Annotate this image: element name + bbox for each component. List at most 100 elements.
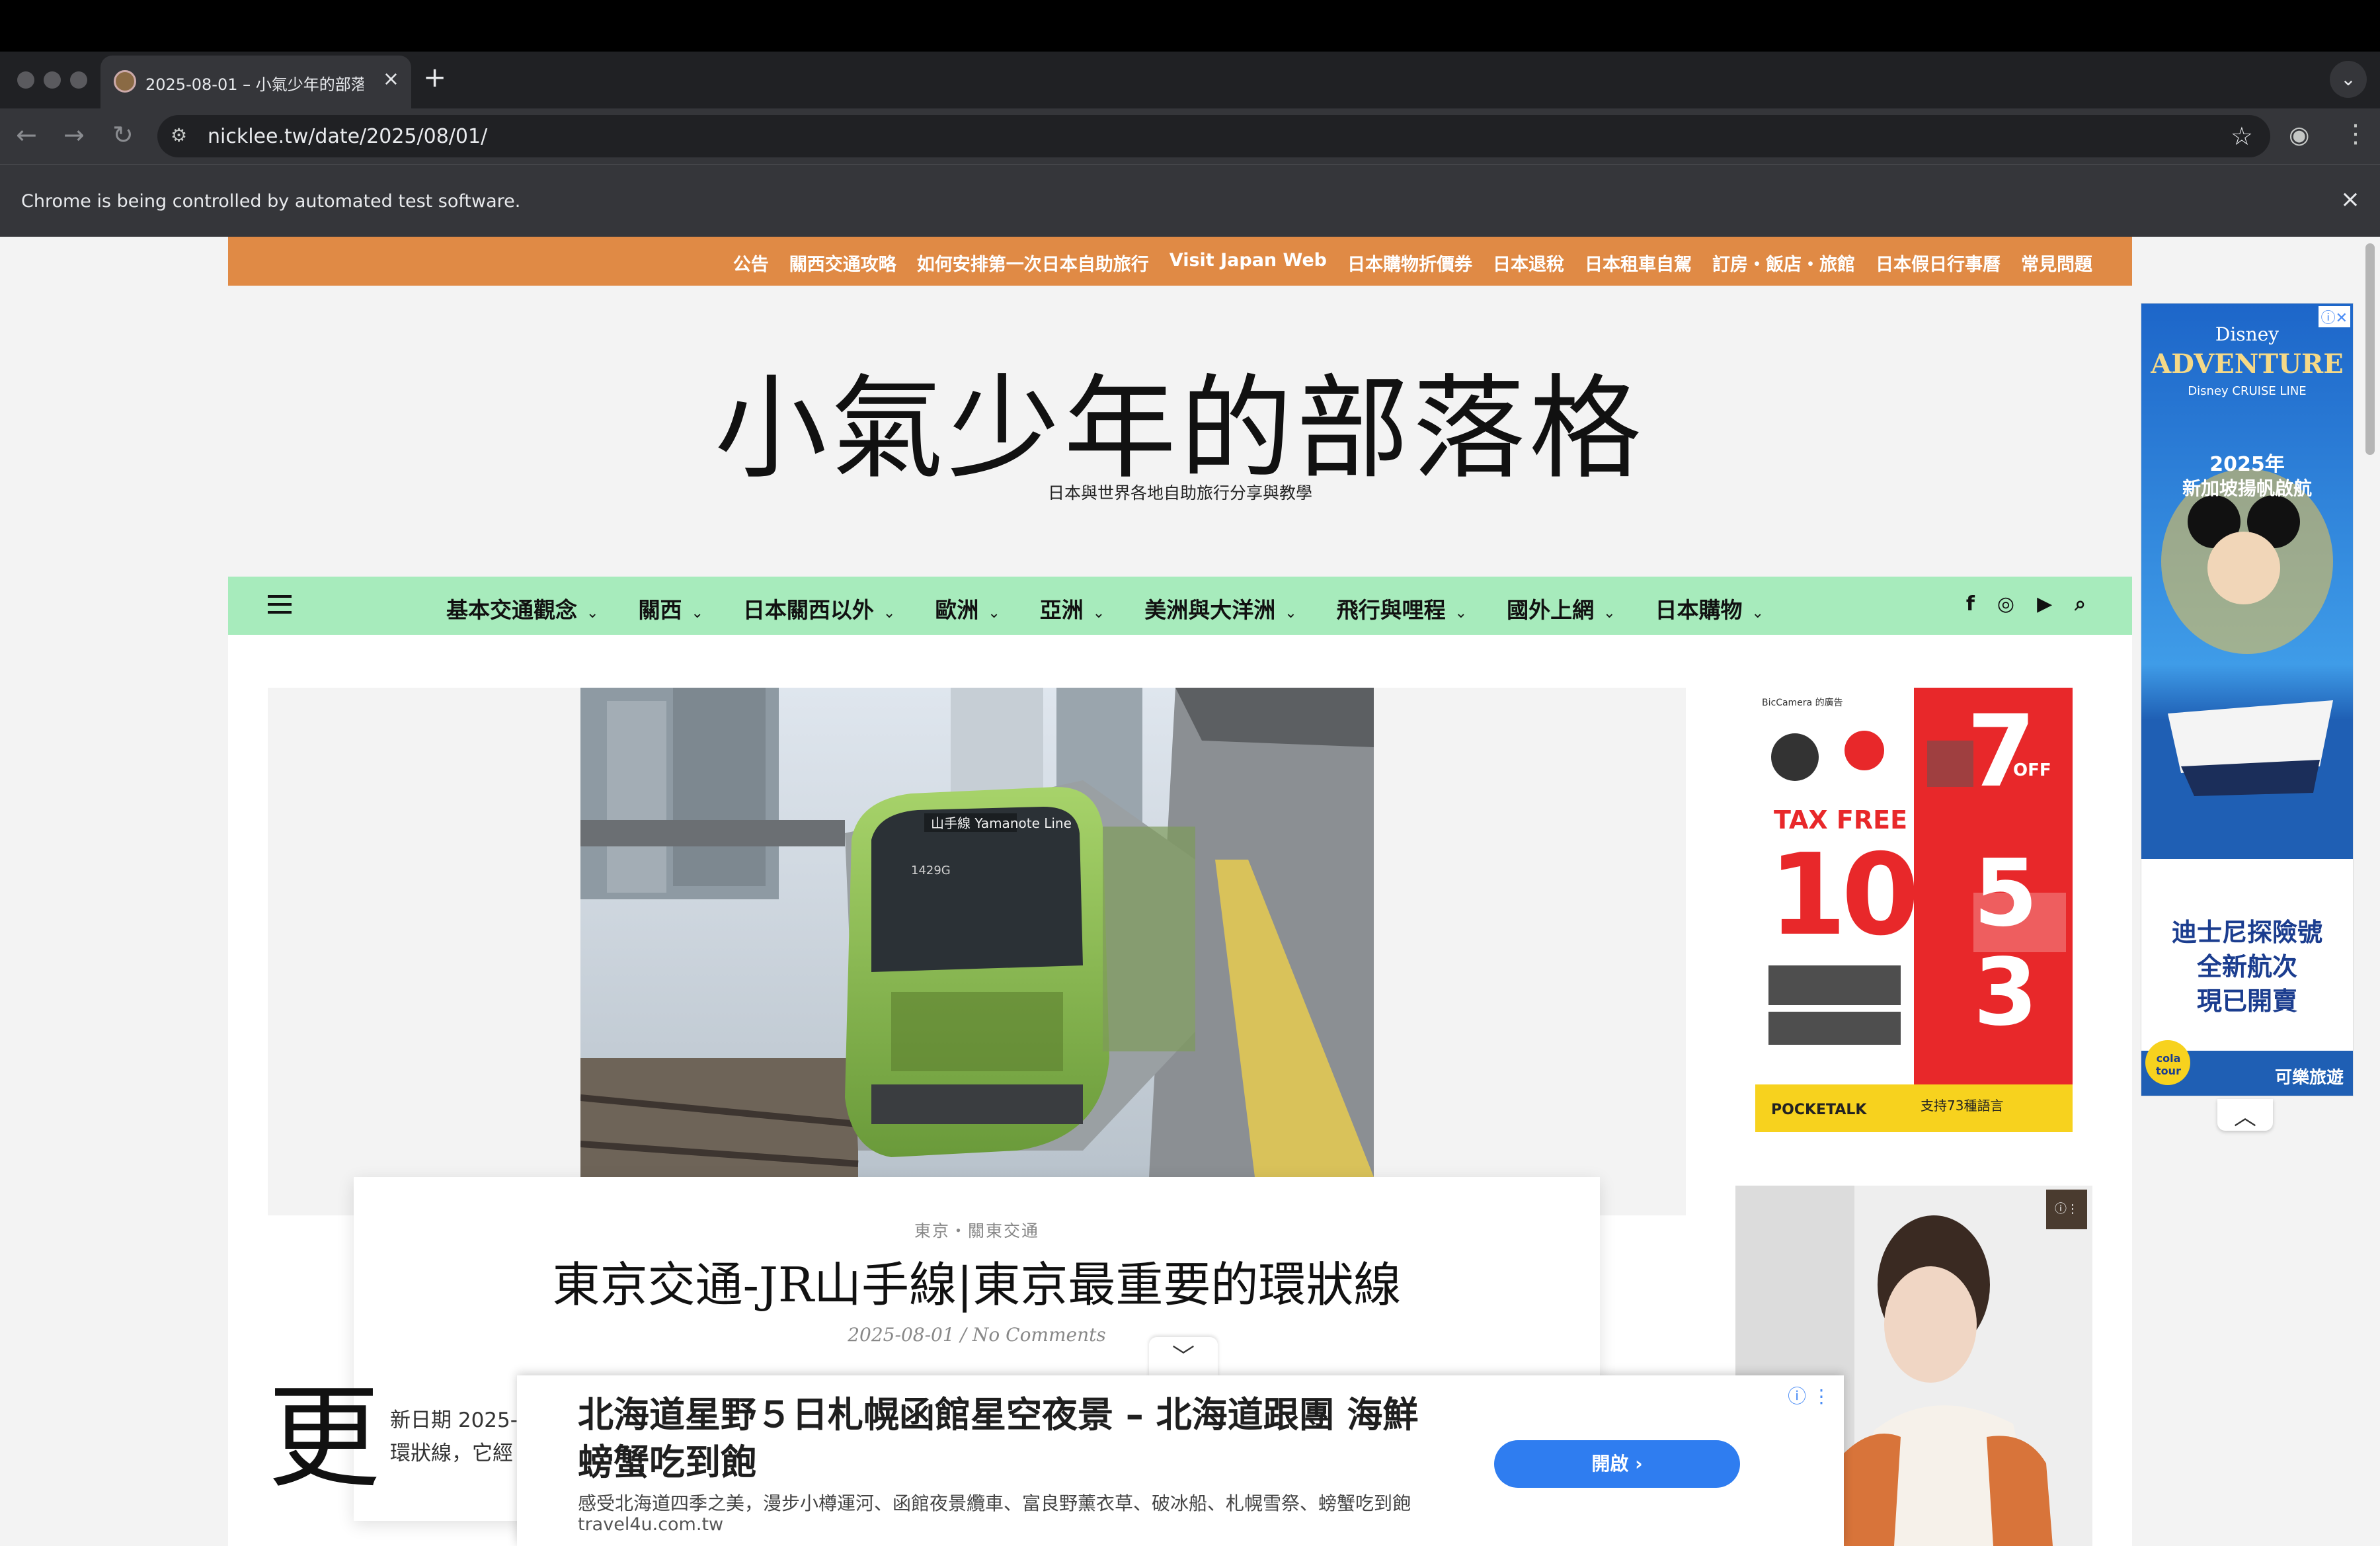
nav-item[interactable]: 亞洲 ⌄ (1040, 592, 1105, 624)
top-menu-item[interactable]: 日本購物折價券 (1347, 250, 1472, 276)
post-comments[interactable]: No Comments (972, 1324, 1106, 1346)
favicon-icon (114, 70, 136, 93)
site-tagline: 日本與世界各地自助旅行分享與教學 (1047, 483, 1312, 503)
site-title[interactable]: 小氣少年的部落格 (228, 337, 2132, 500)
chevron-down-icon: ⌄ (883, 605, 896, 622)
disney-brand: Disney (2215, 323, 2280, 345)
disney-cruise-ad[interactable]: ⓘ✕ Disney ADVENTURE Disney CRUISE LINE 2… (2141, 303, 2354, 1096)
browser-toolbar: ← → ↻ ⚙ nicklee.tw/date/2025/08/01/ ☆ ◉ … (0, 108, 2380, 164)
anchor-ad-toggle-chevron-icon[interactable]: ﹀ (1149, 1337, 1218, 1377)
anchor-ad-domain: travel4u.com.tw (578, 1514, 724, 1535)
tab-close-icon[interactable]: × (383, 67, 399, 91)
hamburger-menu-icon[interactable] (268, 595, 292, 615)
nav-item[interactable]: 基本交通觀念 ⌄ (446, 592, 598, 624)
ad-ten-percent: 10 (1768, 830, 1920, 961)
open-button-label: 開啟 (1591, 1453, 1629, 1475)
profile-icon[interactable]: ◉ (2289, 122, 2309, 149)
chevron-down-icon: ⌄ (1285, 605, 1297, 622)
post-dropcap: 更 (268, 1373, 381, 1504)
bookmark-star-icon[interactable]: ☆ (2231, 122, 2253, 151)
post-category[interactable]: 東京・關東交通 (354, 1218, 1600, 1242)
page-scrollbar[interactable] (2360, 237, 2380, 1546)
top-menu-item[interactable]: 關西交通攻略 (789, 250, 896, 276)
facebook-icon[interactable]: f (1966, 592, 1975, 616)
top-menu-item[interactable]: 日本租車自駕 (1585, 250, 1692, 276)
browser-menu-icon[interactable]: ⋮ (2343, 119, 2368, 148)
new-tab-button[interactable]: + (423, 61, 446, 93)
post-excerpt-line: 新日期 2025- (390, 1408, 518, 1432)
anchor-ad-open-button[interactable]: 開啟 › (1494, 1440, 1740, 1488)
collapse-up-chevron-icon[interactable]: ︿ (2217, 1099, 2273, 1131)
top-menu-item[interactable]: 如何安排第一次日本自助旅行 (917, 250, 1149, 276)
infobar-close-icon[interactable]: × (2340, 186, 2360, 213)
reload-icon[interactable]: ↻ (112, 120, 134, 149)
ad-info-icon[interactable]: ⓘ⋮ (2046, 1190, 2087, 1229)
window-zoom-dot[interactable] (70, 71, 87, 89)
infobar-message: Chrome is being controlled by automated … (21, 191, 521, 212)
youtube-icon[interactable]: ▶ (2037, 592, 2052, 616)
main-nav-bar: 基本交通觀念 ⌄ 關西 ⌄ 日本關西以外 ⌄ 歐洲 ⌄ 亞洲 ⌄ 美洲與大洋洲 ⌄ 飛行與哩… (228, 577, 2132, 635)
ad-five-percent: 5 (1973, 840, 2038, 948)
anchor-ad[interactable]: 北海道星野５日札幌函館星空夜景 – 北海道跟團 海鮮螃蟹吃到飽 感受北海道四季之… (517, 1375, 1844, 1546)
post-date: 2025-08-01 (848, 1324, 955, 1346)
nav-item[interactable]: 國外上網 ⌄ (1507, 592, 1615, 624)
nav-item-label: 日本關西以外 (742, 597, 874, 623)
tab-title: 2025-08-01 – 小氣少年的部落格 (145, 75, 364, 94)
nav-item-label: 飛行與哩程 (1336, 597, 1446, 623)
top-menu-item[interactable]: Visit Japan Web (1170, 250, 1327, 276)
chevron-down-icon: ⌄ (1092, 605, 1105, 622)
tab-search-chevron-icon[interactable]: ⌄ (2330, 61, 2367, 98)
nav-item[interactable]: 歐洲 ⌄ (935, 592, 1000, 624)
ad-three-percent: 3 (1973, 939, 2038, 1047)
nav-item[interactable]: 關西 ⌄ (638, 592, 703, 624)
featured-image-train[interactable]: 山手線 Yamanote Line 1429G (580, 688, 1374, 1177)
site-settings-icon[interactable]: ⚙ (171, 124, 194, 148)
biccamera-ad[interactable]: BicCamera 的廣告 TAX FREE 10 7 OFF 5 3 POCK… (1755, 688, 2073, 1132)
automation-infobar: Chrome is being controlled by automated … (0, 164, 2380, 237)
ad-pocketalk: POCKETALK (1771, 1102, 1867, 1118)
browser-tab[interactable]: 2025-08-01 – 小氣少年的部落格 × (100, 56, 411, 108)
top-menu-item[interactable]: 日本退稅 (1493, 250, 1564, 276)
nav-item[interactable]: 美洲與大洋洲 ⌄ (1144, 592, 1296, 624)
nav-item[interactable]: 飛行與哩程 ⌄ (1337, 592, 1467, 624)
disney-adventure: ADVENTURE (2151, 348, 2344, 380)
nav-item[interactable]: 日本關西以外 ⌄ (743, 592, 895, 624)
disney-headline-2: 全新航次 (2196, 952, 2297, 981)
nav-item-label: 日本購物 (1655, 597, 1743, 623)
post-meta: 2025-08-01 / No Comments (848, 1324, 1106, 1346)
ad-off-label: OFF (2013, 760, 2051, 780)
nav-item-label: 國外上網 (1507, 597, 1595, 623)
address-bar[interactable]: ⚙ nicklee.tw/date/2025/08/01/ ☆ (157, 115, 2270, 157)
chevron-down-icon: ⌄ (1454, 605, 1468, 622)
window-close-dot[interactable] (17, 71, 34, 89)
nav-item[interactable]: 日本購物 ⌄ (1655, 592, 1764, 624)
top-menu-item[interactable]: 公告 (733, 250, 769, 276)
cola-tour-logo: cola tour (2156, 1052, 2181, 1077)
anchor-ad-headline[interactable]: 北海道星野５日札幌函館星空夜景 – 北海道跟團 海鮮螃蟹吃到飽 (578, 1391, 1437, 1486)
nav-item-label: 美洲與大洋洲 (1144, 597, 1276, 623)
search-icon[interactable]: ⌕ (2075, 592, 2086, 616)
top-menu-bar: 公告 關西交通攻略 如何安排第一次日本自助旅行 Visit Japan Web … (228, 237, 2132, 286)
disney-year: 2025年 (2209, 453, 2285, 476)
nav-item-label: 基本交通觀念 (446, 597, 577, 623)
back-arrow-icon[interactable]: ← (16, 120, 37, 149)
nav-item-label: 關西 (638, 597, 682, 623)
url-text[interactable]: nicklee.tw/date/2025/08/01/ (208, 125, 487, 148)
top-menu-item[interactable]: 訂房・飯店・旅館 (1712, 250, 1855, 276)
window-minimize-dot[interactable] (44, 71, 61, 89)
scrollbar-thumb[interactable] (2365, 243, 2375, 455)
anchor-ad-description: 感受北海道四季之美，漫步小樽運河、函館夜景纜車、富良野薰衣草、破冰船、札幌雪祭、… (578, 1492, 1411, 1514)
top-menu-item[interactable]: 常見問題 (2021, 250, 2092, 276)
chevron-down-icon: ⌄ (586, 605, 599, 622)
svg-text:1429G: 1429G (911, 864, 951, 877)
instagram-icon[interactable]: ◎ (1997, 592, 2014, 616)
post-title[interactable]: 東京交通-JR山手線|東京最重要的環狀線 (354, 1246, 1600, 1315)
disney-subtitle: 新加坡揚帆啟航 (2182, 477, 2312, 499)
ad-seven-percent: 7 (1967, 694, 2036, 809)
disney-headline-3: 現已開賣 (2196, 987, 2297, 1016)
chevron-down-icon: ⌄ (691, 605, 703, 622)
top-menu-item[interactable]: 日本假日行事曆 (1876, 250, 2001, 276)
chevron-down-icon: ⌄ (1603, 605, 1616, 622)
ad-choices-icon[interactable]: ⓘ ⋮ (1788, 1382, 1831, 1408)
forward-arrow-icon[interactable]: → (63, 120, 85, 149)
